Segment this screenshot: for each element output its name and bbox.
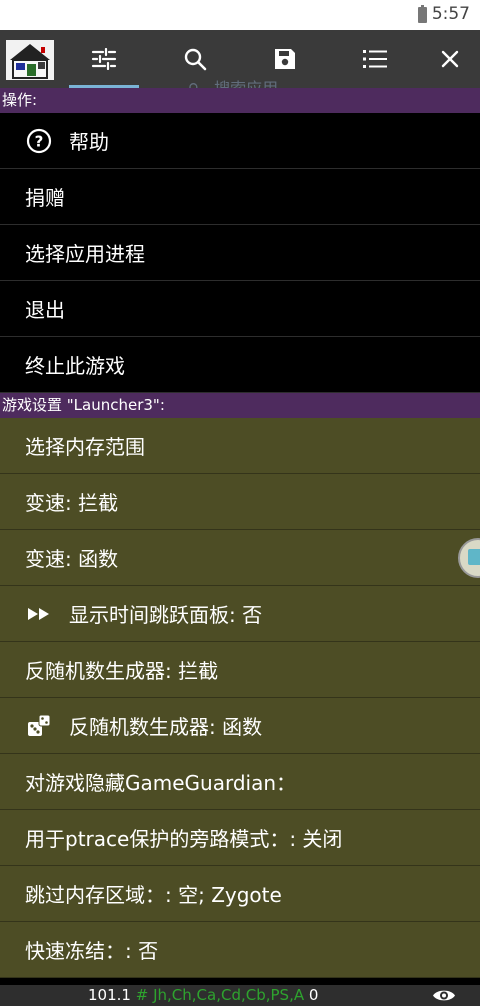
section-header-ops: 操作: [0, 88, 480, 113]
status-bar: 5:57 [0, 0, 480, 30]
bottom-status-bar: 101.1 # Jh,Ch,Ca,Cd,Cb,PS,A 0 [0, 985, 480, 1006]
menu-item-donate[interactable]: 捐赠 [0, 169, 480, 225]
ops-list: ? 帮助 捐赠 选择应用进程 退出 终止此游戏 [0, 113, 480, 393]
search-icon [184, 48, 207, 71]
setting-label: 变速: 函数 [25, 547, 119, 571]
menu-item-label: 捐赠 [25, 186, 65, 210]
setting-ptrace-bypass[interactable]: 用于ptrace保护的旁路模式：: 关闭 [0, 810, 480, 866]
eye-icon[interactable] [432, 987, 456, 1004]
menu-item-exit[interactable]: 退出 [0, 281, 480, 337]
menu-item-label: 帮助 [69, 130, 109, 154]
gg-cube-icon [468, 549, 480, 565]
app-logo-icon[interactable] [4, 38, 56, 82]
setting-label: 反随机数生成器: 函数 [69, 715, 263, 739]
menu-item-help[interactable]: ? 帮助 [0, 113, 480, 169]
setting-skip-memory-regions[interactable]: 跳过内存区域：: 空; Zygote [0, 866, 480, 922]
bottom-status-text: 101.1 # Jh,Ch,Ca,Cd,Cb,PS,A 0 [88, 985, 318, 1006]
setting-memory-range[interactable]: 选择内存范围 [0, 418, 480, 474]
hash-symbol: # [135, 986, 149, 1004]
toolbar: ⚲ 搜索应用 [0, 30, 480, 98]
setting-label: 显示时间跳跃面板: 否 [69, 603, 263, 627]
menu-item-select-process[interactable]: 选择应用进程 [0, 225, 480, 281]
dice-icon [25, 712, 53, 740]
svg-text:?: ? [35, 132, 44, 150]
setting-label: 跳过内存区域：: 空; Zygote [25, 883, 282, 907]
result-count: 0 [308, 986, 319, 1004]
version-label: 101.1 [88, 986, 131, 1004]
setting-fast-freeze[interactable]: 快速冻结：: 否 [0, 922, 480, 978]
settings-list: 选择内存范围 变速: 拦截 变速: 函数 显示时间跳跃面板: 否 反随机数生成器… [0, 418, 480, 978]
section-header-settings: 游戏设置 "Launcher3": [0, 393, 480, 418]
setting-label: 快速冻结：: 否 [25, 939, 159, 963]
menu-item-label: 终止此游戏 [25, 354, 125, 378]
menu-item-label: 选择应用进程 [25, 242, 145, 266]
setting-label: 选择内存范围 [25, 435, 145, 459]
setting-label: 用于ptrace保护的旁路模式：: 关闭 [25, 827, 343, 851]
tab-settings[interactable] [69, 30, 139, 88]
sliders-icon [91, 48, 117, 70]
list-icon [363, 50, 387, 68]
fast-forward-icon [25, 600, 53, 628]
setting-anti-rng-hook[interactable]: 反随机数生成器: 拦截 [0, 642, 480, 698]
setting-speedhack-func[interactable]: 变速: 函数 [0, 530, 480, 586]
setting-speedhack-hook[interactable]: 变速: 拦截 [0, 474, 480, 530]
help-icon: ? [25, 127, 53, 155]
list-button[interactable] [340, 30, 410, 88]
setting-anti-rng-func[interactable]: 反随机数生成器: 函数 [0, 698, 480, 754]
menu-item-label: 退出 [25, 298, 65, 322]
battery-icon [418, 5, 427, 23]
setting-time-jump-panel[interactable]: 显示时间跳跃面板: 否 [0, 586, 480, 642]
save-icon [275, 49, 295, 69]
setting-label: 反随机数生成器: 拦截 [25, 659, 219, 683]
setting-label: 对游戏隐藏GameGuardian： [25, 771, 297, 795]
menu-item-kill-game[interactable]: 终止此游戏 [0, 337, 480, 393]
setting-hide-gg[interactable]: 对游戏隐藏GameGuardian： [0, 754, 480, 810]
close-icon [441, 50, 459, 68]
status-time: 5:57 [431, 4, 470, 24]
close-button[interactable] [415, 30, 480, 88]
setting-label: 变速: 拦截 [25, 491, 119, 515]
memory-regions: Jh,Ch,Ca,Cd,Cb,PS,A [153, 986, 305, 1004]
